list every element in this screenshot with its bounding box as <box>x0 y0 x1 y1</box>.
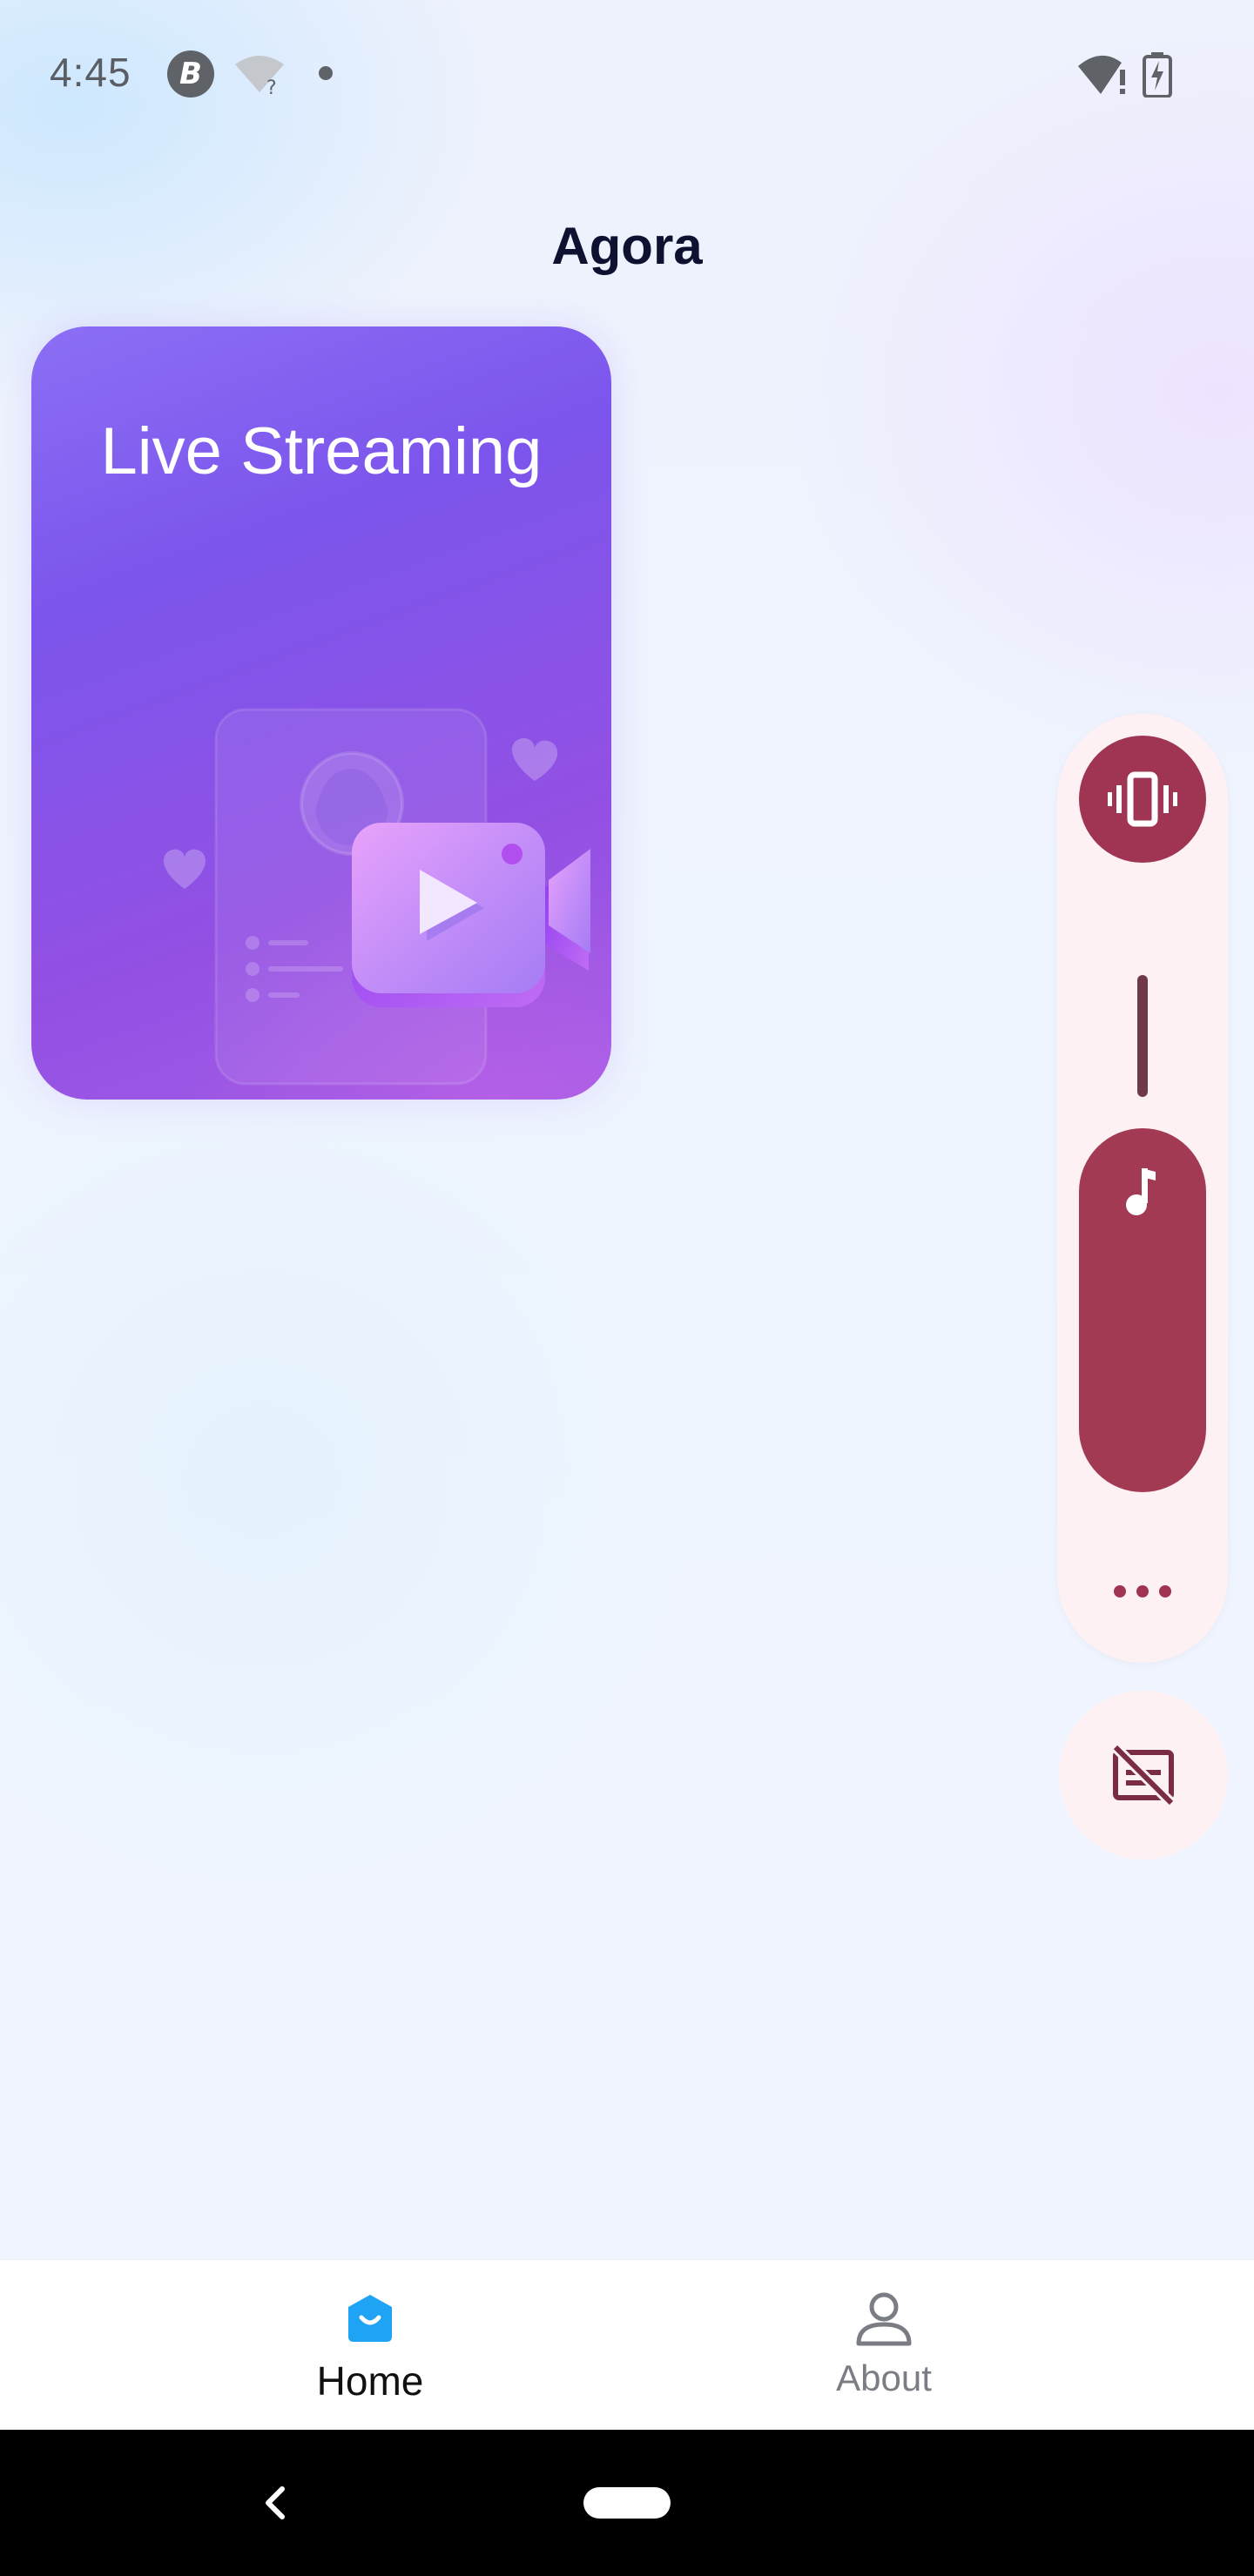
battery-charging-icon <box>1143 52 1172 98</box>
person-icon <box>856 2292 912 2346</box>
tab-about-label: About <box>836 2357 932 2398</box>
status-bar: 4:45 B ? <box>0 0 1254 148</box>
vibrate-button[interactable] <box>1079 736 1206 863</box>
live-streaming-card[interactable]: Live Streaming <box>31 326 611 1100</box>
music-note-icon <box>1126 1168 1156 1215</box>
tab-home[interactable]: Home <box>0 2260 627 2431</box>
svg-text:?: ? <box>266 77 277 96</box>
notification-dot-icon <box>319 66 333 80</box>
volume-panel <box>1057 714 1228 1663</box>
b-badge-icon: B <box>167 50 214 98</box>
wifi-unknown-icon: ? <box>235 56 284 96</box>
volume-track[interactable] <box>1137 975 1148 1097</box>
wifi-alert-icon <box>1078 55 1125 94</box>
tab-about[interactable]: About <box>627 2260 1254 2431</box>
captions-off-icon <box>1111 1743 1176 1807</box>
home-icon <box>348 2295 392 2342</box>
home-pill-icon[interactable] <box>583 2487 671 2519</box>
status-time: 4:45 <box>50 50 131 95</box>
captions-off-button[interactable] <box>1059 1691 1228 1860</box>
vibrate-icon <box>1108 771 1177 827</box>
back-chevron-icon[interactable] <box>253 2478 296 2527</box>
video-camera-illustration <box>164 708 590 1086</box>
volume-slider[interactable] <box>1079 1128 1206 1492</box>
page-title: Agora <box>551 217 703 275</box>
card-title: Live Streaming <box>100 414 543 488</box>
more-horizontal-icon[interactable] <box>1108 1565 1177 1618</box>
system-nav-bar <box>0 2430 1254 2576</box>
bottom-nav: Home About <box>0 2259 1254 2430</box>
